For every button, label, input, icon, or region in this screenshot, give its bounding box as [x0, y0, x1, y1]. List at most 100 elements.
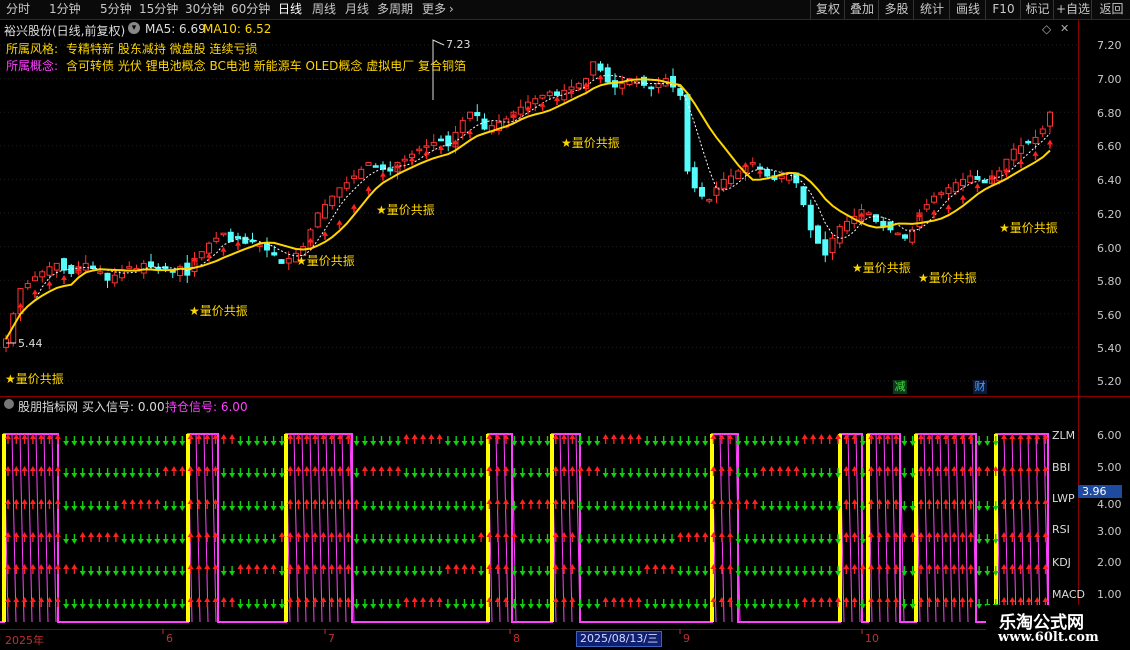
signal-down-arrow-icon: [536, 473, 543, 478]
candle-body: [235, 236, 241, 239]
signal-up-arrow-icon: [951, 597, 958, 602]
signal-down-arrow-icon: [121, 441, 128, 446]
candle-body: [387, 168, 394, 172]
signal-up-arrow-icon: [345, 564, 352, 569]
signal-down-arrow-icon: [669, 604, 675, 609]
signal-down-arrow-icon: [361, 571, 368, 576]
signal-down-arrow-icon: [527, 604, 534, 609]
candle-body: [880, 220, 887, 227]
candle-body: [960, 178, 966, 187]
signal-down-arrow-icon: [602, 473, 609, 478]
signal-up-arrow-icon: [1025, 532, 1032, 537]
signal-down-arrow-icon: [586, 604, 592, 609]
signal-down-arrow-icon: [610, 473, 617, 478]
signal-down-arrow-icon: [137, 604, 144, 609]
hold-signal-hatch: [325, 433, 331, 623]
signal-down-arrow-icon: [693, 441, 700, 446]
signal-down-arrow-icon: [818, 571, 825, 576]
signal-down-arrow-icon: [104, 473, 111, 478]
signal-up-arrow-icon: [453, 564, 460, 569]
signal-up-arrow-icon: [826, 434, 833, 439]
signal-up-arrow-icon: [503, 466, 509, 471]
hold-signal-hatch: [43, 433, 49, 623]
signal-up-arrow-icon: [312, 466, 319, 471]
candle-body: [481, 118, 488, 130]
candle-body: [438, 138, 444, 142]
reduce-holding-marker[interactable]: 减: [893, 380, 907, 394]
signal-up-arrow-icon: [287, 466, 294, 471]
signal-up-arrow-icon: [876, 532, 883, 537]
signal-down-arrow-icon: [519, 604, 526, 609]
hold-signal-hatch: [947, 433, 953, 623]
buy-signal-bar: [710, 434, 714, 622]
candle-body: [684, 94, 691, 172]
signal-down-arrow-icon: [162, 441, 169, 446]
signal-down-arrow-icon: [586, 539, 592, 544]
signal-down-arrow-icon: [826, 506, 833, 511]
signal-up-arrow-icon: [361, 466, 368, 471]
candle-body: [1025, 140, 1032, 144]
signal-down-arrow-icon: [370, 604, 377, 609]
signal-down-arrow-icon: [444, 539, 451, 544]
candle-body: [467, 111, 473, 119]
signal-up-arrow-icon: [752, 499, 758, 504]
buy-arrow-icon: [46, 280, 53, 286]
signal-up-arrow-icon: [876, 466, 883, 471]
candle-body: [706, 199, 713, 202]
signal-down-arrow-icon: [245, 506, 252, 511]
signal-down-arrow-icon: [171, 571, 177, 576]
buy-arrow-icon: [960, 194, 966, 200]
kline-chart[interactable]: [0, 0, 1130, 650]
signal-down-arrow-icon: [353, 539, 360, 544]
signal-annotation: ★量价共振: [189, 304, 248, 318]
candle-body: [206, 242, 212, 254]
signal-down-arrow-icon: [121, 571, 128, 576]
signal-down-arrow-icon: [735, 473, 742, 478]
signal-down-arrow-icon: [627, 539, 634, 544]
candle-body: [423, 145, 430, 148]
signal-down-arrow-icon: [826, 473, 833, 478]
signal-up-arrow-icon: [843, 597, 850, 602]
candle-body: [648, 86, 655, 90]
signal-down-arrow-icon: [411, 506, 418, 511]
signal-down-arrow-icon: [229, 571, 236, 576]
signal-up-arrow-icon: [220, 597, 227, 602]
signal-down-arrow-icon: [229, 506, 236, 511]
signal-down-arrow-icon: [254, 473, 260, 478]
signal-down-arrow-icon: [121, 473, 128, 478]
signal-up-arrow-icon: [295, 466, 302, 471]
row-label-zlm: ZLM: [1052, 429, 1076, 442]
signal-down-arrow-icon: [270, 441, 277, 446]
signal-up-arrow-icon: [810, 597, 817, 602]
signal-up-arrow-icon: [29, 532, 36, 537]
candle-body: [974, 176, 981, 180]
signal-down-arrow-icon: [469, 441, 476, 446]
signal-up-arrow-icon: [1009, 466, 1016, 471]
signal-down-arrow-icon: [859, 604, 866, 609]
signal-down-arrow-icon: [527, 571, 534, 576]
signal-down-arrow-icon: [785, 506, 792, 511]
candle-body: [24, 283, 31, 289]
signal-down-arrow-icon: [735, 539, 742, 544]
signal-annotation: ★量价共振: [5, 372, 64, 386]
signal-down-arrow-icon: [254, 441, 260, 446]
signal-down-arrow-icon: [644, 506, 651, 511]
signal-up-arrow-icon: [610, 597, 617, 602]
signal-down-arrow-icon: [378, 441, 385, 446]
signal-up-arrow-icon: [378, 466, 385, 471]
signal-down-arrow-icon: [768, 571, 775, 576]
signal-up-arrow-icon: [561, 597, 568, 602]
financial-report-marker[interactable]: 财: [973, 380, 987, 394]
signal-up-arrow-icon: [162, 466, 169, 471]
signal-up-arrow-icon: [942, 532, 949, 537]
signal-up-arrow-icon: [13, 597, 20, 602]
signal-up-arrow-icon: [71, 564, 78, 569]
indicator-menu-icon[interactable]: [4, 399, 14, 409]
signal-down-arrow-icon: [63, 604, 70, 609]
candle-body: [1010, 148, 1017, 161]
signal-up-arrow-icon: [959, 597, 966, 602]
candle-body: [242, 236, 249, 244]
signal-down-arrow-icon: [685, 473, 692, 478]
signal-up-arrow-icon: [237, 564, 244, 569]
signal-up-arrow-icon: [337, 532, 343, 537]
